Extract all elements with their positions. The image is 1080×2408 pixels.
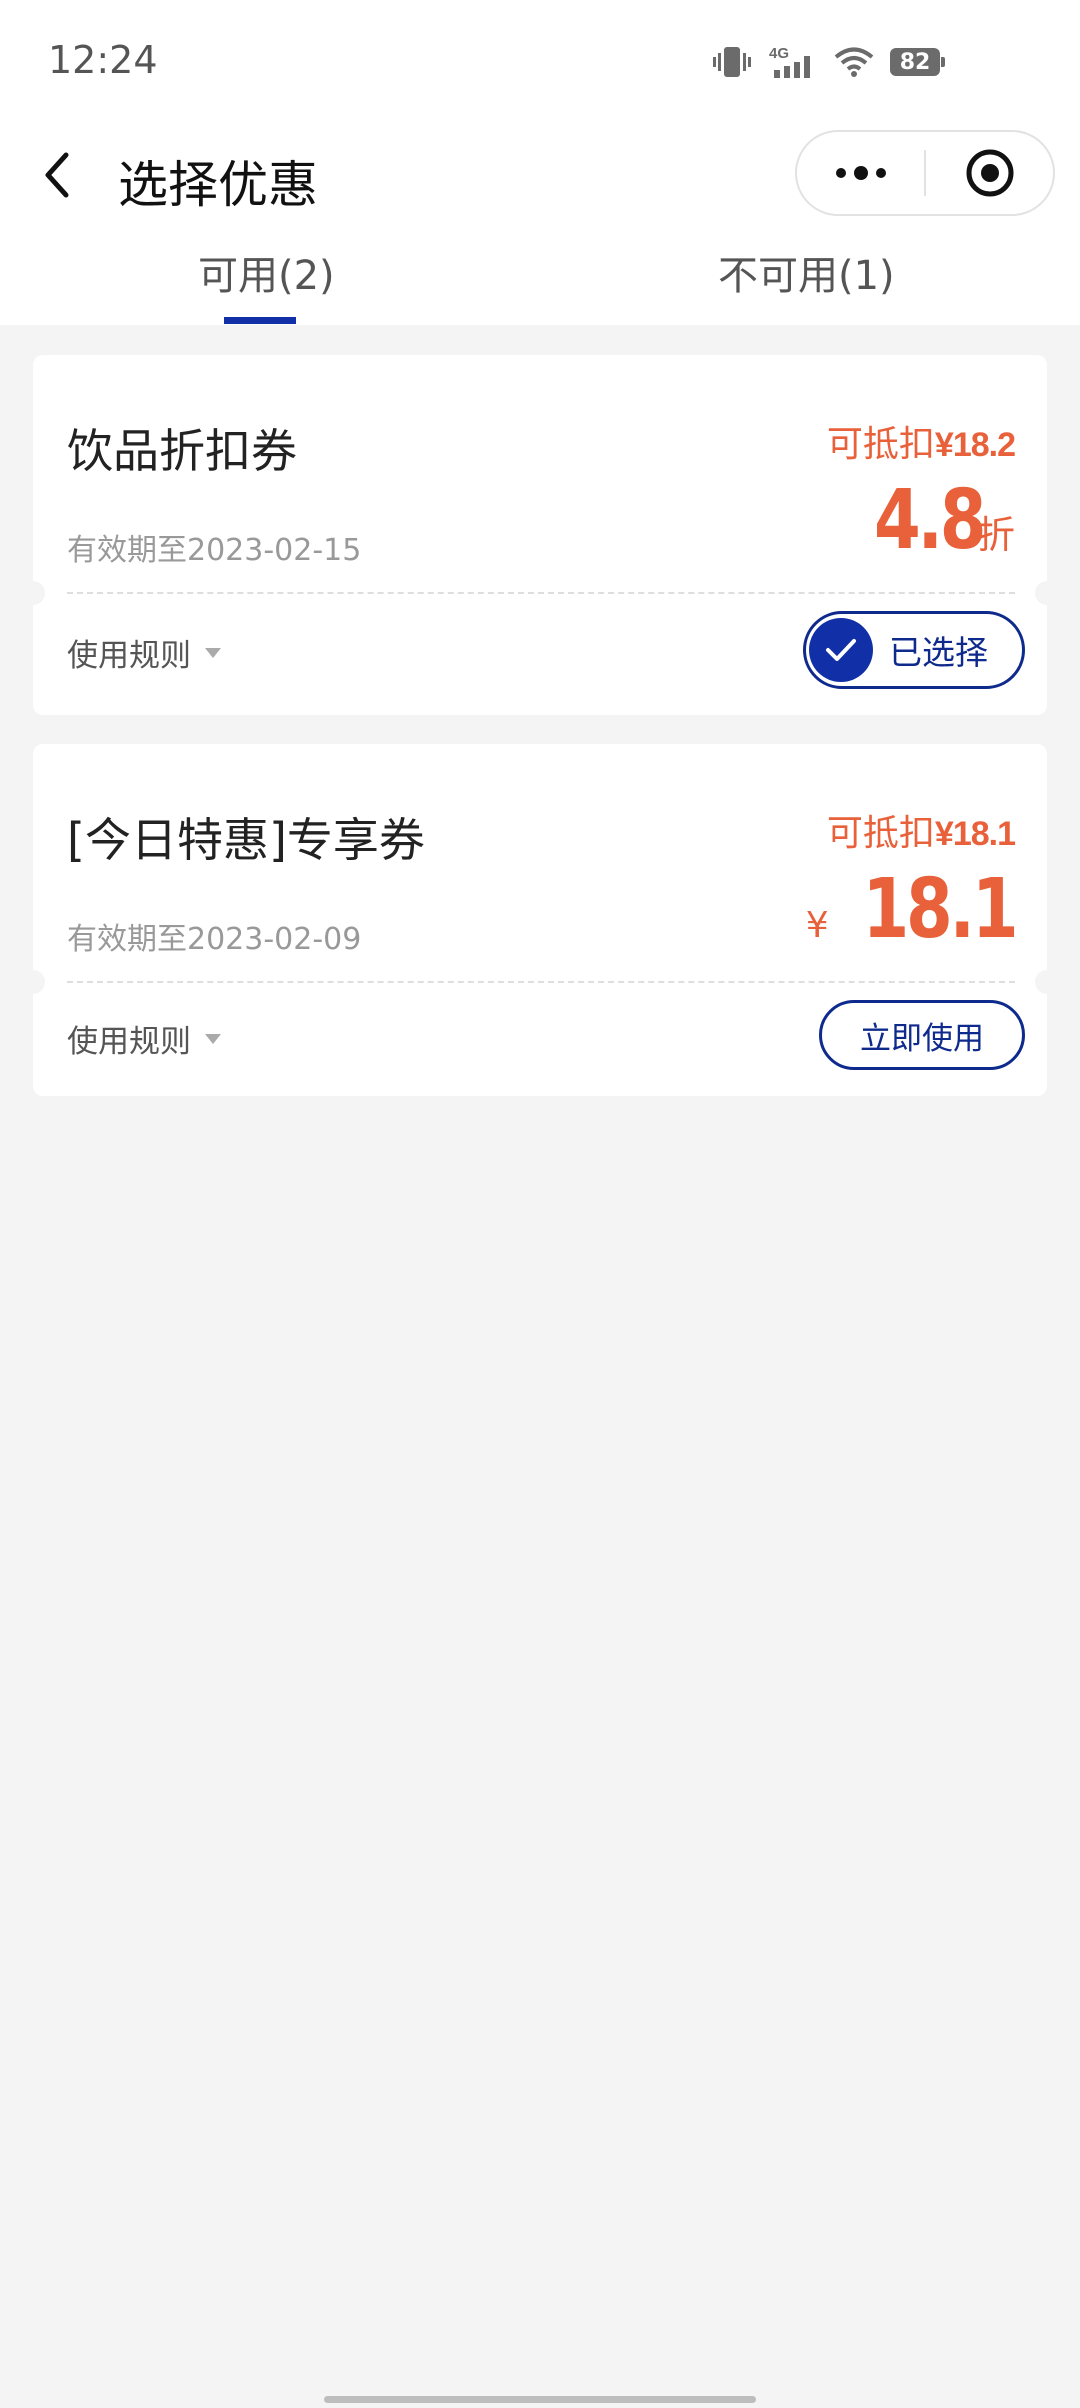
selected-label: 已选择 (889, 633, 988, 672)
cellular-signal-icon: 4G (769, 45, 810, 78)
active-tab-indicator (224, 317, 296, 324)
caret-down-icon (205, 1033, 221, 1044)
usage-rules-label: 使用规则 (67, 1024, 191, 1060)
usage-rules-label: 使用规则 (67, 638, 191, 674)
card-divider (67, 981, 1015, 983)
tab-available[interactable]: 可用(2) (198, 243, 335, 301)
vibrate-icon (713, 47, 751, 77)
page-title: 选择优惠 (118, 156, 318, 214)
deduct-value: ¥18.1 (934, 815, 1016, 853)
usage-rules-toggle[interactable]: 使用规则 (67, 1016, 221, 1061)
chevron-left-icon (45, 152, 69, 198)
coupon-card[interactable]: [今日特惠]专享券 可抵扣¥18.1 有效期至2023-02-09 ¥ 18.1… (21, 744, 1059, 1096)
coupon-value: ¥ 18.1 (805, 862, 1019, 957)
top-area: 12:24 4G 82 选择优惠 可用(2) 不可用(1) (0, 0, 1080, 325)
close-miniprogram-button[interactable] (926, 132, 1053, 214)
wifi-icon (834, 47, 874, 77)
deduct-amount: 可抵扣¥18.2 (826, 415, 1016, 467)
status-time: 12:24 (48, 38, 158, 82)
selected-button[interactable]: 已选择 (803, 611, 1025, 689)
coupon-value: 4.8 折 (850, 473, 1015, 568)
mini-program-capsule (795, 130, 1055, 216)
coupon-title: 饮品折扣券 (67, 424, 297, 478)
nav-bar: 选择优惠 (0, 125, 1080, 225)
coupon-tabs: 可用(2) 不可用(1) (0, 225, 1080, 325)
deduct-amount: 可抵扣¥18.1 (826, 804, 1016, 856)
more-dots-icon (835, 166, 886, 180)
network-type-label: 4G (769, 45, 789, 62)
currency-symbol: ¥ (805, 905, 829, 946)
battery-indicator: 82 (890, 48, 945, 76)
target-close-icon (966, 149, 1013, 197)
checkmark-icon (809, 618, 873, 682)
more-button[interactable] (797, 132, 924, 214)
card-divider (67, 592, 1015, 594)
card-notch (1035, 581, 1059, 605)
coupon-card[interactable]: 饮品折扣券 可抵扣¥18.2 有效期至2023-02-15 4.8 折 使用规则… (21, 355, 1059, 715)
back-button[interactable] (38, 147, 78, 203)
coupon-title: [今日特惠]专享券 (67, 813, 425, 867)
card-notch (1035, 970, 1059, 994)
discount-value: 4.8 (873, 473, 987, 568)
usage-rules-toggle[interactable]: 使用规则 (67, 630, 221, 675)
coupon-validity: 有效期至2023-02-15 (67, 533, 362, 568)
deduct-value: ¥18.2 (934, 426, 1016, 464)
caret-down-icon (205, 647, 221, 658)
card-notch (21, 970, 45, 994)
discount-value: 18.1 (862, 862, 1018, 957)
deduct-label: 可抵扣 (826, 424, 935, 465)
tab-unavailable[interactable]: 不可用(1) (718, 243, 895, 301)
status-bar: 12:24 4G 82 (0, 0, 1080, 125)
home-indicator[interactable] (324, 2396, 756, 2403)
status-icons: 4G 82 (712, 44, 945, 80)
use-now-button[interactable]: 立即使用 (819, 1000, 1025, 1070)
deduct-label: 可抵扣 (826, 813, 935, 854)
card-notch (21, 581, 45, 605)
coupon-validity: 有效期至2023-02-09 (67, 922, 362, 957)
